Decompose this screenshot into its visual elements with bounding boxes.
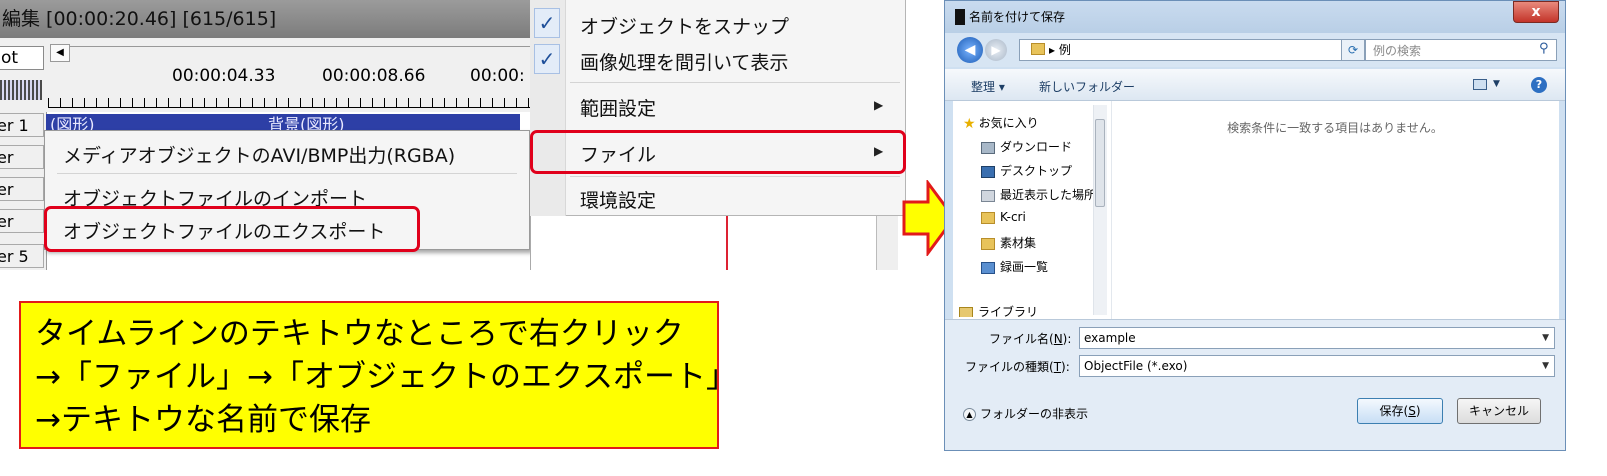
timeline-scrollbar[interactable] — [50, 46, 540, 62]
address-path[interactable]: ▸ 例 — [1049, 41, 1071, 58]
chevron-down-icon[interactable]: ▼ — [1542, 328, 1549, 348]
star-icon: ★ — [963, 115, 976, 132]
nav-item-desktop[interactable]: デスクトップ — [981, 162, 1072, 179]
download-folder-icon — [981, 141, 995, 154]
nav-item-label: ライブラリ — [978, 305, 1039, 317]
timeline-meter — [0, 80, 42, 100]
folder-icon — [981, 211, 995, 224]
nav-item-label: 素材集 — [1000, 236, 1037, 250]
library-icon — [959, 306, 973, 317]
filetype-label: ファイルの種類(T): — [965, 360, 1070, 374]
nav-item-recordings[interactable]: 録画一覧 — [981, 258, 1048, 275]
export-highlight-box — [44, 206, 420, 252]
search-icon[interactable]: ⚲ — [1539, 41, 1549, 56]
layer-label[interactable]: er — [0, 177, 44, 201]
menu-separator — [57, 173, 517, 174]
new-folder-button[interactable]: 新しいフォルダー — [1039, 78, 1135, 95]
nav-item-label: 最近表示した場所 — [1000, 188, 1093, 202]
menu-separator — [570, 176, 900, 177]
save-button[interactable]: 保存(S) — [1357, 398, 1443, 424]
time-mark: 00:00:04.33 — [172, 66, 276, 86]
refresh-icon[interactable]: ⟳ — [1341, 39, 1365, 61]
instruction-line: →「ファイル」→「オブジェクトのエクスポート」 — [35, 359, 738, 395]
view-options-icon[interactable] — [1473, 79, 1487, 90]
chevron-up-icon: ▲ — [963, 408, 976, 421]
timeline-zoom-box[interactable]: ot — [0, 46, 44, 70]
app-icon — [955, 9, 965, 25]
timeline-ruler[interactable] — [48, 90, 540, 108]
checkmark-icon: ✓ — [534, 44, 560, 74]
organize-button[interactable]: 整理 ▾ — [971, 78, 1005, 95]
back-arrow-icon[interactable]: ◀ — [957, 37, 983, 63]
filetype-value: ObjectFile (*.exo) — [1084, 359, 1188, 373]
instruction-line: →テキトウな名前で保存 — [35, 402, 371, 438]
nav-item-label: デスクトップ — [1000, 164, 1073, 178]
nav-item-downloads[interactable]: ダウンロード — [981, 138, 1072, 155]
folder-icon — [981, 237, 995, 250]
menu-item-range-settings[interactable]: 範囲設定 — [580, 94, 656, 121]
filename-value: example — [1084, 331, 1136, 345]
filetype-select[interactable]: ObjectFile (*.exo) ▼ — [1079, 355, 1555, 377]
video-folder-icon — [981, 261, 995, 274]
nav-item-label: お気に入り — [978, 116, 1039, 130]
desktop-icon — [981, 165, 995, 178]
timeline-title: 編集 [00:00:20.46] [615/615] — [0, 0, 540, 38]
menu-item-preferences[interactable]: 環境設定 — [580, 186, 656, 213]
layer-label[interactable]: er 5 — [0, 244, 44, 268]
help-icon[interactable]: ? — [1531, 77, 1547, 93]
folder-icon — [1031, 43, 1045, 55]
timeline-vertical-scrollbar[interactable] — [876, 216, 898, 270]
chevron-down-icon[interactable]: ▼ — [1493, 79, 1500, 89]
nav-item-label: K-cri — [1000, 210, 1026, 224]
playhead-line[interactable] — [726, 216, 728, 270]
menu-separator — [570, 82, 900, 83]
nav-item-favorites[interactable]: ★ お気に入り — [963, 114, 1039, 132]
file-highlight-box — [530, 130, 906, 174]
nav-item-k-cri[interactable]: K-cri — [981, 210, 1026, 224]
forward-arrow-icon[interactable]: ▶ — [985, 39, 1007, 61]
layer-label[interactable]: er — [0, 209, 44, 233]
time-mark: 00:00: — [470, 66, 525, 86]
menu-item-snap-objects[interactable]: オブジェクトをスナップ — [580, 12, 789, 39]
search-placeholder: 例の検索 — [1373, 44, 1422, 58]
checkmark-icon: ✓ — [534, 8, 560, 38]
save-as-dialog: 名前を付けて保存 x ◀ ▶ ▸ 例 ⟳ 例の検索 ⚲ 整理 ▾ 新しいフォルダ… — [944, 0, 1566, 451]
nav-item-libraries[interactable]: ライブラリ — [959, 303, 1038, 317]
scrollbar-thumb[interactable] — [1095, 119, 1105, 207]
hide-folders-label: フォルダーの非表示 — [980, 407, 1089, 421]
empty-results-message: 検索条件に一致する項目はありません。 — [1227, 121, 1443, 135]
menu-item-avi-bmp-output[interactable]: メディアオブジェクトのAVI/BMP出力(RGBA) — [63, 141, 455, 168]
layer-label[interactable]: er 1 — [0, 113, 44, 137]
close-icon[interactable]: x — [1513, 1, 1559, 23]
time-mark: 00:00:08.66 — [322, 66, 426, 86]
hide-folders-toggle[interactable]: ▲ フォルダーの非表示 — [963, 405, 1088, 422]
instruction-callout: タイムラインのテキトウなところで右クリック →「ファイル」→「オブジェクトのエク… — [19, 301, 738, 449]
timeline-track-area-right[interactable] — [530, 216, 906, 270]
nav-item-label: ダウンロード — [1000, 140, 1073, 154]
layer-label[interactable]: er — [0, 145, 44, 169]
nav-item-materials[interactable]: 素材集 — [981, 234, 1036, 251]
navigation-pane — [953, 101, 1111, 319]
cancel-button[interactable]: キャンセル — [1457, 398, 1541, 424]
nav-item-label: 録画一覧 — [1000, 260, 1049, 274]
dialog-title: 名前を付けて保存 — [969, 10, 1066, 24]
filename-field[interactable]: example ▼ — [1079, 327, 1555, 349]
filename-label: ファイル名(N): — [989, 332, 1072, 346]
submenu-arrow-icon: ▶ — [874, 98, 884, 112]
menu-item-thin-image-processing[interactable]: 画像処理を間引いて表示 — [580, 48, 788, 75]
chevron-down-icon[interactable]: ▼ — [1542, 356, 1549, 376]
scroll-left-icon[interactable]: ◀ — [50, 44, 70, 62]
nav-item-recent-places[interactable]: 最近表示した場所 — [981, 186, 1093, 203]
recent-places-icon — [981, 189, 995, 202]
instruction-line: タイムラインのテキトウなところで右クリック — [35, 316, 684, 352]
